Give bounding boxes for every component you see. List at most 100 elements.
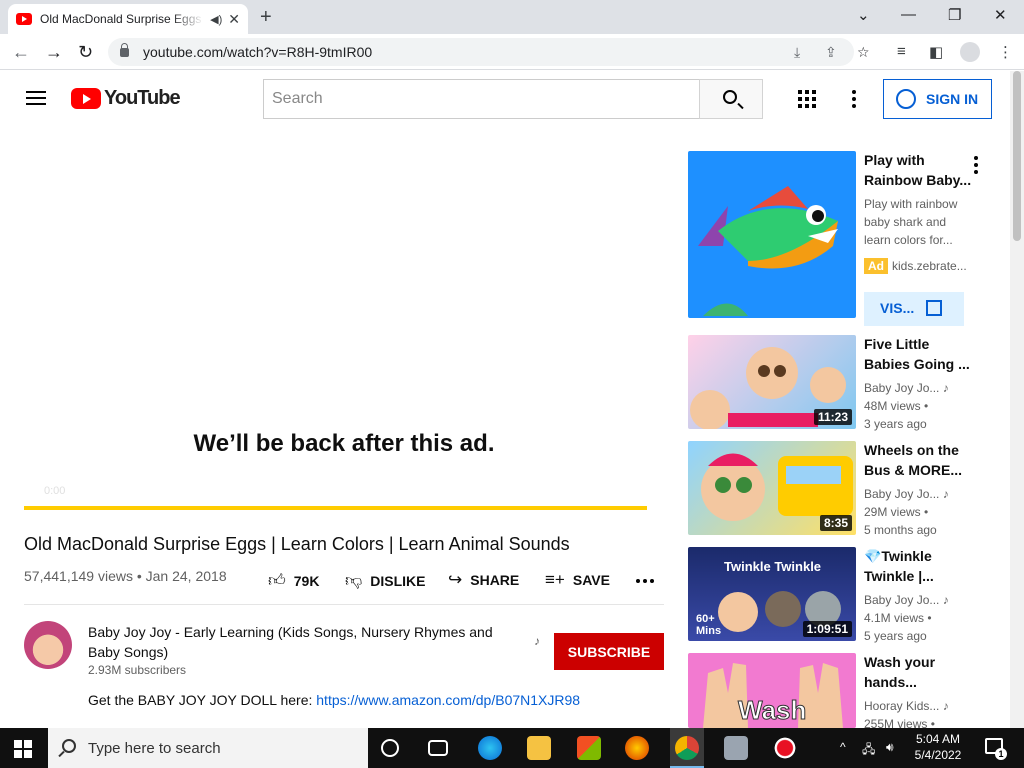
search-button[interactable] [699, 79, 763, 119]
url-text: youtube.com/watch?v=R8H-9tmIR00 [143, 44, 373, 60]
bookmark-star-icon[interactable]: ☆ [857, 44, 870, 61]
side-panel-icon[interactable]: ◧ [929, 43, 943, 61]
more-actions-icon[interactable] [636, 579, 654, 583]
dislike-button[interactable]: 👎︎ DISLIKE [345, 570, 426, 591]
channel-name[interactable]: Hooray Kids... [864, 699, 939, 713]
edge-icon[interactable] [478, 736, 502, 760]
video-thumbnail[interactable]: 11:23 [688, 335, 856, 429]
scrollbar-thumb[interactable] [1013, 71, 1021, 241]
video-duration: 1:09:51 [802, 621, 852, 637]
title-line: Five Little [864, 336, 930, 352]
dislike-label: DISLIKE [370, 572, 426, 589]
channel-avatar[interactable] [24, 621, 72, 669]
cortana-icon[interactable] [381, 739, 399, 757]
apps-grid-icon[interactable] [798, 90, 816, 108]
chrome-icon[interactable] [675, 736, 699, 760]
search-input[interactable]: Search [263, 79, 700, 119]
file-explorer-icon[interactable] [527, 736, 551, 760]
firefox-icon[interactable] [625, 736, 649, 760]
ad-menu-icon[interactable] [974, 156, 978, 177]
media-control-icon[interactable]: ≡ [897, 43, 906, 60]
channel-name[interactable]: Baby Joy Joy - Early Learning (Kids Song… [88, 622, 528, 662]
playlist-add-icon: ≡+ [545, 570, 565, 589]
sign-in-button[interactable]: SIGN IN [883, 79, 992, 119]
save-button[interactable]: ≡+ SAVE [545, 570, 610, 590]
video-meta: Baby Joy Jo... ♪ 29M views • 5 months ag… [864, 485, 974, 539]
like-button[interactable]: 👍︎ 79K [268, 570, 319, 591]
taskbar-search-input[interactable]: Type here to search [48, 728, 368, 768]
ad-thumbnail[interactable] [688, 151, 856, 318]
thumbs-down-icon: 👎︎ [345, 571, 363, 590]
share-label: SHARE [470, 572, 520, 588]
speaker-icon[interactable]: ◀) [210, 13, 222, 26]
reload-icon[interactable]: ↻ [78, 42, 93, 63]
install-icon[interactable]: ⤓ [794, 44, 800, 61]
subscriber-count: 2.93M subscribers [88, 663, 187, 677]
show-hidden-icons-icon[interactable]: ^ [840, 740, 846, 754]
youtube-logo[interactable]: YouTube [71, 87, 181, 110]
taskbar-search-placeholder: Type here to search [88, 739, 221, 757]
title-line: 💎Twinkle [864, 548, 932, 564]
subscribe-button[interactable]: SUBSCRIBE [554, 633, 664, 670]
store-icon[interactable] [577, 736, 601, 760]
channel-name[interactable]: Baby Joy Jo... [864, 487, 939, 501]
tab-title: Old MacDonald Surprise Eggs | Learn Colo… [40, 12, 204, 26]
share-button[interactable]: ↪ SHARE [448, 570, 519, 590]
record-icon[interactable] [773, 736, 797, 760]
browser-toolbar: ← → ↻ youtube.com/watch?v=R8H-9tmIR00 ⤓ … [0, 34, 1024, 70]
windows-start-icon[interactable] [14, 740, 32, 758]
channel-name[interactable]: Baby Joy Jo... [864, 593, 939, 607]
network-icon[interactable]: 🖧︎ [862, 740, 875, 761]
thumbnail-caption: Wash [737, 695, 807, 726]
new-tab-icon[interactable]: + [260, 6, 272, 29]
hamburger-menu-icon[interactable] [26, 91, 46, 105]
task-view-icon[interactable] [428, 740, 448, 756]
video-title[interactable]: Wheels on the Bus & MORE... [864, 440, 976, 480]
ad-title[interactable]: Play with Rainbow Baby... [864, 150, 976, 190]
page-scrollbar[interactable] [1010, 71, 1024, 728]
chrome-menu-icon[interactable]: ⋮ [998, 43, 1013, 61]
video-title[interactable]: Five Little Babies Going ... [864, 334, 976, 374]
description-link[interactable]: https://www.amazon.com/dp/B07N1XJR98 [316, 692, 580, 708]
system-clock[interactable]: 5:04 AM 5/4/2022 [906, 731, 970, 763]
video-player[interactable] [0, 127, 672, 522]
profile-avatar[interactable] [960, 42, 980, 62]
minimize-icon[interactable]: — [901, 6, 916, 23]
app-icon[interactable] [724, 736, 748, 760]
video-thumbnail[interactable]: 8:35 [688, 441, 856, 535]
logo-wordmark: YouTube [104, 87, 181, 109]
channel-name[interactable]: Baby Joy Jo... [864, 381, 939, 395]
browser-tab[interactable]: Old MacDonald Surprise Eggs | Learn Colo… [8, 4, 248, 34]
ad-title-line: Rainbow Baby... [864, 172, 972, 188]
divider [24, 604, 664, 605]
view-count-date: 57,441,149 views • Jan 24, 2018 [24, 568, 227, 584]
ad-desc-line: baby shark and [864, 215, 947, 229]
address-bar[interactable]: youtube.com/watch?v=R8H-9tmIR00 ⤓ ⇪ ☆ [108, 38, 870, 66]
restore-icon[interactable]: ❐ [948, 6, 961, 24]
upload-age: 5 months ago [864, 523, 937, 537]
ad-desc-line: learn colors for... [864, 233, 953, 247]
duration-badge: 60+ Mins [696, 613, 722, 637]
share-page-icon[interactable]: ⇪ [825, 44, 837, 61]
notification-center-icon[interactable]: 1 [985, 738, 1007, 760]
settings-menu-icon[interactable] [852, 90, 856, 108]
upload-age: 3 years ago [864, 417, 927, 431]
video-duration: 8:35 [819, 515, 852, 531]
video-thumbnail[interactable]: Twinkle Twinkle 60+ Mins 1:09:51 [688, 547, 856, 641]
volume-icon[interactable]: 🔊︎ [886, 740, 894, 755]
title-line: hands... [864, 674, 917, 690]
back-icon[interactable]: ← [12, 42, 30, 63]
close-tab-icon[interactable]: ✕ [228, 11, 240, 28]
visit-label: VIS... [880, 300, 915, 316]
video-duration: 11:23 [813, 409, 852, 425]
youtube-header: YouTube Search SIGN IN [0, 71, 1010, 127]
tab-search-icon[interactable]: ⌄ [857, 6, 870, 24]
video-thumbnail[interactable]: Wash [688, 653, 856, 728]
visit-site-button[interactable]: VIS... [864, 292, 964, 326]
ad-title-line: Play with [864, 152, 925, 168]
lock-icon[interactable] [120, 42, 129, 57]
video-title[interactable]: Wash your hands... [864, 652, 976, 692]
close-window-icon[interactable]: ✕ [994, 6, 1007, 24]
forward-icon[interactable]: → [45, 42, 63, 63]
video-title[interactable]: 💎Twinkle Twinkle |... [864, 546, 976, 586]
